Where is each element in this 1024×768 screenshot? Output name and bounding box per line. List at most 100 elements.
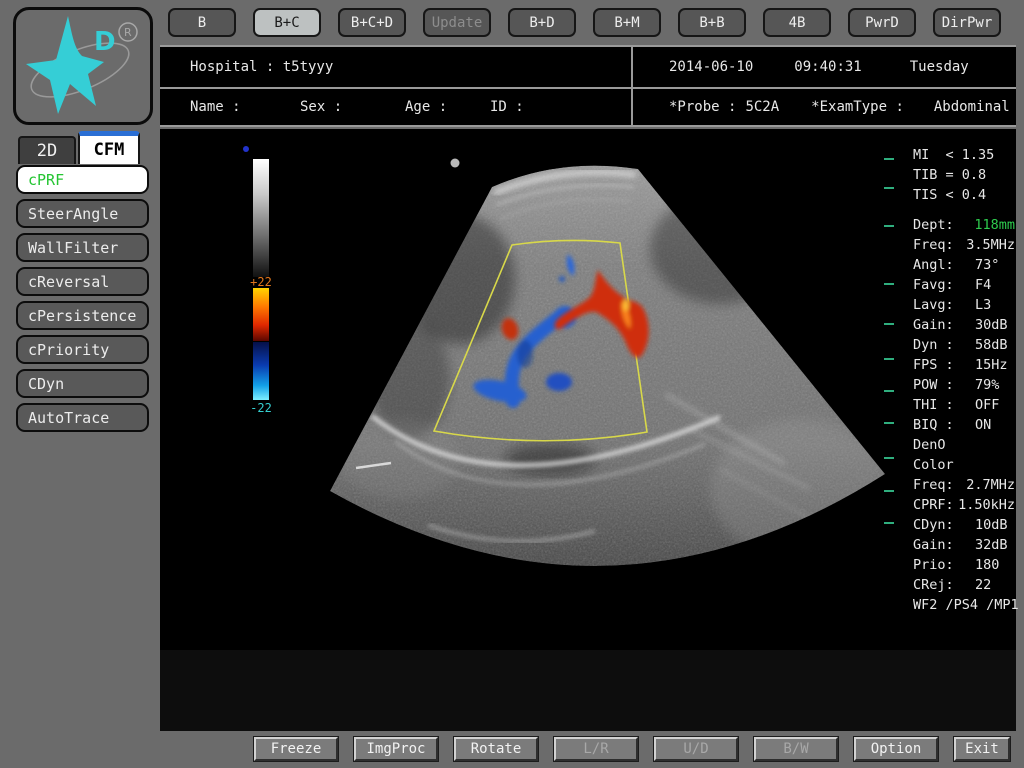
param-value: 22 xyxy=(975,575,991,595)
param-label: Favg: xyxy=(913,275,975,295)
param-value: 1.50kHz xyxy=(958,495,1015,515)
mode-button-b[interactable]: B xyxy=(168,8,236,37)
mode-button-4b[interactable]: 4B xyxy=(763,8,831,37)
param-label: POW : xyxy=(913,375,975,395)
param-row: Dept:118mm xyxy=(913,215,1015,235)
tab-cfm[interactable]: CFM xyxy=(78,131,140,164)
param-row: MI < 1.35 xyxy=(913,145,1015,165)
param-value: 2.7MHz xyxy=(966,475,1015,495)
param-value: 118mm xyxy=(974,215,1015,235)
control-button-u-d: U/D xyxy=(654,737,738,761)
mode-button-b-m[interactable]: B+M xyxy=(593,8,661,37)
param-row: TIB = 0.8 xyxy=(913,165,1015,185)
control-button-rotate[interactable]: Rotate xyxy=(454,737,538,761)
sidebar-item-cpersistence[interactable]: cPersistence xyxy=(16,301,149,330)
colorbar-blue-gradient xyxy=(253,342,269,400)
sidebar-item-creversal[interactable]: cReversal xyxy=(16,267,149,296)
control-button-l-r: L/R xyxy=(554,737,638,761)
param-row: FPS :15Hz xyxy=(913,355,1015,375)
param-tick-icon xyxy=(884,323,894,325)
mode-button-dirpwr[interactable]: DirPwr xyxy=(933,8,1001,37)
param-tick-icon xyxy=(884,283,894,285)
colorbar-positive-label: +22 xyxy=(242,275,280,289)
param-label: Freq: xyxy=(913,235,966,255)
param-value: F4 xyxy=(975,275,991,295)
param-text: Color xyxy=(913,455,954,475)
param-label: Gain: xyxy=(913,315,975,335)
param-tick-icon xyxy=(884,358,894,360)
grayscale-bar xyxy=(253,159,269,277)
param-tick-icon xyxy=(884,457,894,459)
colorbar-marker-dot xyxy=(243,146,249,152)
hospital-cell: Hospital : t5tyyy xyxy=(160,47,633,87)
param-label: CPRF: xyxy=(913,495,958,515)
sidebar-item-autotrace[interactable]: AutoTrace xyxy=(16,403,149,432)
logo-star-icon: D R xyxy=(16,10,144,116)
time-text: 09:40:31 xyxy=(794,59,861,75)
param-row: CPRF:1.50kHz xyxy=(913,495,1015,515)
param-label: Lavg: xyxy=(913,295,975,315)
imaging-mode-bar: BB+CB+C+DUpdateB+DB+MB+B4BPwrDDirPwr xyxy=(160,0,1024,45)
parameter-readout: MI < 1.35TIB = 0.8TIS < 0.4Dept:118mmFre… xyxy=(913,145,1015,615)
registered-mark: R xyxy=(124,26,132,39)
param-text: TIB = 0.8 xyxy=(913,165,986,185)
sidebar-item-steerangle[interactable]: SteerAngle xyxy=(16,199,149,228)
patient-fields: Name :Sex :Age :ID : xyxy=(160,89,633,125)
param-row: TIS < 0.4 xyxy=(913,185,1015,205)
control-button-exit[interactable]: Exit xyxy=(954,737,1010,761)
tab-2d[interactable]: 2D xyxy=(18,136,76,164)
param-row: Gain:32dB xyxy=(913,535,1015,555)
patient-info-bar: Hospital : t5tyyy 2014-06-10 09:40:31 Tu… xyxy=(160,45,1016,127)
param-row: CDyn:10dB xyxy=(913,515,1015,535)
param-text: TIS < 0.4 xyxy=(913,185,986,205)
param-label: CRej: xyxy=(913,575,975,595)
mode-button-b-d[interactable]: B+D xyxy=(508,8,576,37)
control-button-option[interactable]: Option xyxy=(854,737,938,761)
probe-orientation-marker xyxy=(451,159,460,168)
param-value: 79% xyxy=(975,375,999,395)
param-label: Freq: xyxy=(913,475,966,495)
patient-row: Name :Sex :Age :ID : *Probe : 5C2A *Exam… xyxy=(160,89,1016,125)
logo-letter: D xyxy=(94,27,116,57)
ultrasound-display: +22 -22 MI < 1.35TIB = 0.8TIS < 0.4Dept:… xyxy=(160,129,1016,731)
control-button-imgproc[interactable]: ImgProc xyxy=(354,737,438,761)
mode-button-pwrd[interactable]: PwrD xyxy=(848,8,916,37)
control-button-freeze[interactable]: Freeze xyxy=(254,737,338,761)
param-label: Angl: xyxy=(913,255,975,275)
sidebar-item-wallfilter[interactable]: WallFilter xyxy=(16,233,149,262)
param-value: 180 xyxy=(975,555,999,575)
sidebar-item-cdyn[interactable]: CDyn xyxy=(16,369,149,398)
param-text: WF2 /PS4 /MP1 xyxy=(913,595,1019,615)
param-row: Freq:2.7MHz xyxy=(913,475,1015,495)
param-row: Angl:73° xyxy=(913,255,1015,275)
param-label: THI : xyxy=(913,395,975,415)
param-label: BIQ : xyxy=(913,415,975,435)
param-text: MI < 1.35 xyxy=(913,145,994,165)
param-label: Gain: xyxy=(913,535,975,555)
mode-button-b-b[interactable]: B+B xyxy=(678,8,746,37)
param-tick-icon xyxy=(884,390,894,392)
brand-logo: D R xyxy=(13,7,153,125)
weekday-text: Tuesday xyxy=(910,59,969,75)
param-label: Dept: xyxy=(913,215,974,235)
param-row: THI :OFF xyxy=(913,395,1015,415)
sidebar-item-cpriority[interactable]: cPriority xyxy=(16,335,149,364)
sidebar: D R 2DCFM cPRF SteerAngle WallFilter cRever… xyxy=(0,0,160,768)
patient-field-sex: Sex : xyxy=(300,99,405,115)
param-value: 30dB xyxy=(975,315,1008,335)
fan-sector xyxy=(160,129,1016,733)
patient-field-id: ID : xyxy=(490,99,524,115)
param-tick-icon xyxy=(884,490,894,492)
mode-tabs: 2DCFM xyxy=(18,131,146,164)
param-row: Freq:3.5MHz xyxy=(913,235,1015,255)
param-text: DenO xyxy=(913,435,946,455)
mode-button-b-c-d[interactable]: B+C+D xyxy=(338,8,406,37)
mode-button-b-c[interactable]: B+C xyxy=(253,8,321,37)
param-row: Prio:180 xyxy=(913,555,1015,575)
exam-type-label: *ExamType : xyxy=(811,99,904,115)
sidebar-item-cprf[interactable]: cPRF xyxy=(16,165,149,194)
hospital-row: Hospital : t5tyyy 2014-06-10 09:40:31 Tu… xyxy=(160,47,1016,89)
param-row: DenO xyxy=(913,435,1015,455)
ultrasound-image xyxy=(160,129,1016,733)
param-tick-icon xyxy=(884,187,894,189)
